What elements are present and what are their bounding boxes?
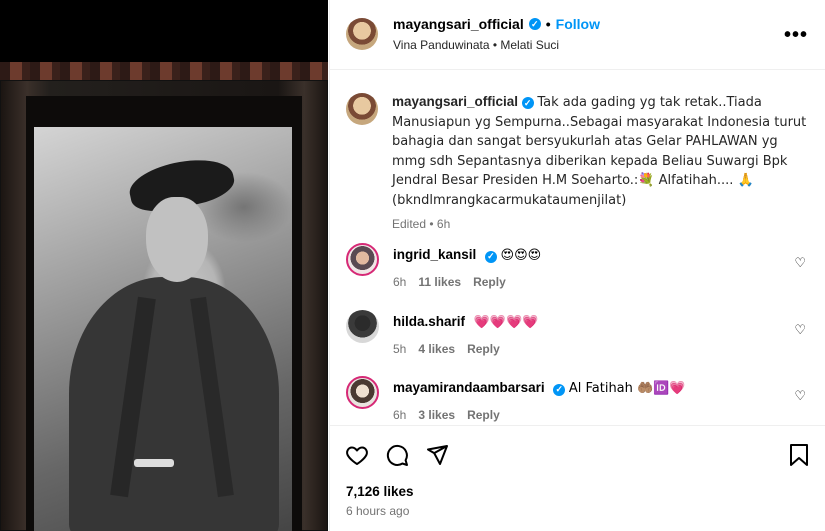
avatar[interactable] bbox=[346, 376, 379, 409]
comment-bubble-icon[interactable] bbox=[384, 442, 410, 468]
comment-item: hilda.sharif 💗💗💗💗 5h 4 likes Reply ♡ bbox=[346, 310, 816, 356]
comment-time: 6h bbox=[393, 408, 407, 422]
caption-text: Tak ada gading yg tak retak..Tiada Manus… bbox=[392, 95, 807, 208]
caption-avatar[interactable] bbox=[346, 93, 378, 125]
comment-item: mayamirandaambarsari ✓ Al Fatihah 🤲🏽🆔💗 6… bbox=[346, 376, 816, 422]
comment-text: 💗💗💗💗 bbox=[473, 315, 539, 330]
comment-username[interactable]: hilda.sharif bbox=[393, 314, 465, 329]
avatar[interactable] bbox=[346, 310, 379, 343]
soldier-portrait-photo bbox=[34, 127, 292, 531]
comment-time: 5h bbox=[393, 342, 407, 356]
separator-dot: • bbox=[545, 16, 551, 32]
share-paper-plane-icon[interactable] bbox=[424, 442, 450, 468]
like-comment-heart-icon[interactable]: ♡ bbox=[794, 255, 806, 271]
like-comment-heart-icon[interactable]: ♡ bbox=[794, 388, 806, 404]
reply-button[interactable]: Reply bbox=[467, 342, 500, 356]
bookmark-icon[interactable] bbox=[786, 442, 812, 468]
comment-username[interactable]: mayamirandaambarsari bbox=[393, 380, 545, 395]
comment-text: 😍😍😍 bbox=[500, 248, 542, 263]
follow-button[interactable]: Follow bbox=[556, 16, 600, 32]
verified-badge-icon: ✓ bbox=[484, 250, 497, 263]
more-options-icon[interactable]: ••• bbox=[784, 24, 808, 47]
comment-likes[interactable]: 3 likes bbox=[418, 408, 455, 422]
comment-item: ingrid_kansil ✓ 😍😍😍 6h 11 likes Reply ♡ bbox=[346, 243, 816, 289]
comment-text: Al Fatihah 🤲🏽🆔💗 bbox=[568, 381, 686, 396]
post-username[interactable]: mayangsari_official bbox=[393, 16, 524, 32]
likes-count[interactable]: 7,126 likes bbox=[346, 484, 414, 499]
avatar[interactable] bbox=[346, 18, 378, 50]
comment-time: 6h bbox=[393, 275, 407, 289]
caption-username[interactable]: mayangsari_official bbox=[392, 94, 518, 109]
verified-badge-icon: ✓ bbox=[528, 18, 541, 30]
comment-username[interactable]: ingrid_kansil bbox=[393, 247, 476, 262]
like-heart-icon[interactable] bbox=[344, 442, 370, 468]
post-timestamp: 6 hours ago bbox=[346, 504, 410, 518]
reply-button[interactable]: Reply bbox=[467, 408, 500, 422]
caption-edited-time: Edited • 6h bbox=[392, 217, 451, 231]
comment-likes[interactable]: 11 likes bbox=[418, 275, 461, 289]
avatar[interactable] bbox=[346, 243, 379, 276]
like-comment-heart-icon[interactable]: ♡ bbox=[794, 322, 806, 338]
post-sidebar: mayangsari_official ✓ • Follow Vina Pand… bbox=[329, 0, 825, 531]
post-media[interactable] bbox=[0, 0, 328, 531]
verified-badge-icon: ✓ bbox=[553, 383, 566, 396]
verified-badge-icon: ✓ bbox=[521, 97, 534, 110]
caption: mayangsari_official ✓ Tak ada gading yg … bbox=[346, 93, 816, 234]
comment-likes[interactable]: 4 likes bbox=[418, 342, 455, 356]
audio-label[interactable]: Vina Panduwinata • Melati Suci bbox=[393, 38, 559, 52]
post-header: mayangsari_official ✓ • Follow Vina Pand… bbox=[330, 0, 825, 70]
reply-button[interactable]: Reply bbox=[473, 275, 506, 289]
post-actions: 7,126 likes 6 hours ago bbox=[330, 425, 825, 531]
